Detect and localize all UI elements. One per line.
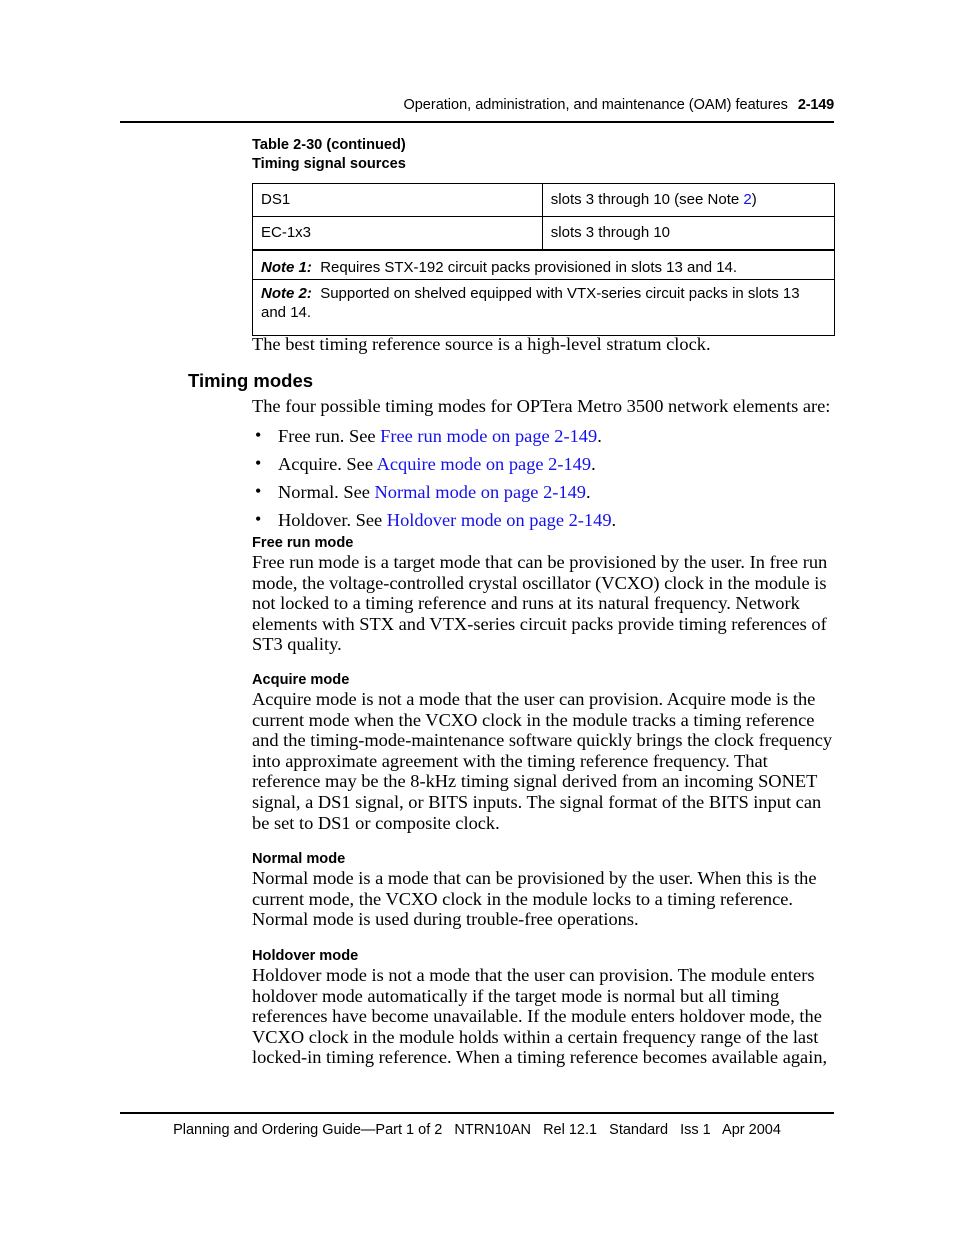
table-cell-slots: slots 3 through 10 (see Note 2) [541, 183, 836, 217]
section-heading-timing-modes: Timing modes [188, 370, 314, 391]
footer-guide: Planning and Ordering Guide—Part 1 of 2 [173, 1122, 443, 1138]
timing-modes-block: The four possible timing modes for OPTer… [252, 396, 835, 538]
document-page: Operation, administration, and maintenan… [0, 0, 954, 1235]
note-reference-link[interactable]: 2 [743, 191, 751, 208]
intro-block: The best timing reference source is a hi… [252, 334, 835, 355]
list-item-lead: Acquire. See [278, 453, 377, 474]
subsection-heading: Holdover mode [252, 948, 359, 964]
footer-status: Standard [609, 1122, 669, 1138]
intro-paragraph: The best timing reference source is a hi… [252, 334, 711, 354]
footer-gap [597, 1122, 609, 1138]
footer-release: Rel 12.1 [543, 1122, 598, 1138]
list-item-tail: . [591, 453, 596, 474]
bullet-icon: • [255, 452, 262, 473]
table-cell-source: EC-1x3 [252, 216, 543, 251]
table-cell-slots: slots 3 through 10 [541, 216, 836, 251]
subsection-free-run-mode: Free run mode Free run mode is a target … [252, 534, 835, 655]
page-number: 2-149 [797, 97, 834, 113]
footer-gap [531, 1122, 543, 1138]
header-rule [120, 121, 834, 123]
subsection-body: Holdover mode is not a mode that the use… [252, 965, 828, 1068]
subsection-acquire-mode: Acquire mode Acquire mode is not a mode … [252, 671, 835, 833]
slots-text-suffix: ) [751, 191, 757, 208]
table-note-row: Note 2: Supported on shelved equipped wit… [252, 279, 835, 336]
subsection-heading: Free run mode [252, 535, 354, 551]
list-item-lead: Free run. See [278, 425, 381, 446]
note-text: Requires STX-192 circuit packs provision… [320, 259, 738, 276]
table-note-row: Note 1: Requires STX-192 circuit packs pr… [252, 249, 835, 280]
table-caption: Table 2-30 (continued) Timing signal sou… [252, 136, 406, 174]
table-note-1: Note 1: Requires STX-192 circuit packs pr… [252, 249, 835, 280]
footer-rule [120, 1112, 834, 1114]
bullet-icon: • [255, 424, 262, 445]
footer-gap [711, 1122, 722, 1138]
table-caption-line2: Timing signal sources [252, 156, 406, 172]
list-item-tail: . [611, 509, 617, 530]
table-cell-source: DS1 [252, 183, 543, 217]
list-item: • Holdover. See Holdover mode on page 2-1… [252, 508, 835, 531]
table-row: DS1 slots 3 through 10 (see Note 2) [252, 183, 836, 217]
list-item-lead: Holdover. See [278, 509, 387, 530]
footer-doc-number: NTRN10AN [454, 1122, 531, 1138]
list-item: • Normal. See Normal mode on page 2-149. [252, 480, 835, 503]
subsection-body: Free run mode is a target mode that can … [252, 552, 828, 655]
cross-reference-link[interactable]: Free run mode on page 2-149 [380, 426, 597, 446]
footer-gap [668, 1122, 680, 1138]
subsection-body: Acquire mode is not a mode that the user… [252, 689, 833, 833]
subsection-normal-mode: Normal mode Normal mode is a mode that c… [252, 850, 835, 930]
page-footer: Planning and Ordering Guide—Part 1 of 2 … [120, 1120, 834, 1140]
cross-reference-link[interactable]: Acquire mode on page 2-149 [377, 454, 592, 474]
footer-gap [442, 1122, 454, 1138]
cross-reference-link[interactable]: Normal mode on page 2-149 [375, 482, 586, 502]
table-row: EC-1x3 slots 3 through 10 [252, 216, 836, 251]
table-note-2: Note 2: Supported on shelved equipped wit… [252, 279, 835, 336]
list-item-lead: Normal. See [278, 481, 375, 502]
list-item-tail: . [585, 481, 591, 502]
footer-date: Apr 2004 [722, 1122, 781, 1138]
slots-text: slots 3 through 10 (see Note [550, 191, 744, 208]
table-caption-line1: Table 2-30 (continued) [252, 137, 406, 153]
list-item-tail: . [597, 425, 602, 446]
list-item: • Acquire. See Acquire mode on page 2-149… [252, 452, 835, 475]
subsection-body: Normal mode is a mode that can be provis… [252, 868, 817, 930]
list-item: • Free run. See Free run mode on page 2-1… [252, 424, 835, 447]
bullet-icon: • [255, 508, 262, 529]
note-text: Supported on shelved equipped with VTX-s… [261, 285, 800, 321]
footer-issue: Iss 1 [680, 1122, 711, 1138]
note-label: Note 2: [261, 285, 312, 302]
note-label: Note 1: [261, 259, 312, 276]
timing-signal-sources-table: DS1 slots 3 through 10 (see Note 2) EC-1… [252, 183, 836, 336]
page-header: Operation, administration, and maintenan… [120, 96, 834, 114]
cross-reference-link[interactable]: Holdover mode on page 2-149 [387, 510, 612, 530]
bullet-icon: • [255, 480, 262, 501]
subsection-holdover-mode: Holdover mode Holdover mode is not a mod… [252, 947, 835, 1068]
timing-modes-list: • Free run. See Free run mode on page 2-1… [252, 424, 835, 531]
timing-modes-intro: The four possible timing modes for OPTer… [252, 396, 831, 416]
subsection-heading: Acquire mode [252, 672, 350, 688]
page-header-title: Operation, administration, and maintenan… [403, 97, 788, 113]
subsection-heading: Normal mode [252, 851, 346, 867]
